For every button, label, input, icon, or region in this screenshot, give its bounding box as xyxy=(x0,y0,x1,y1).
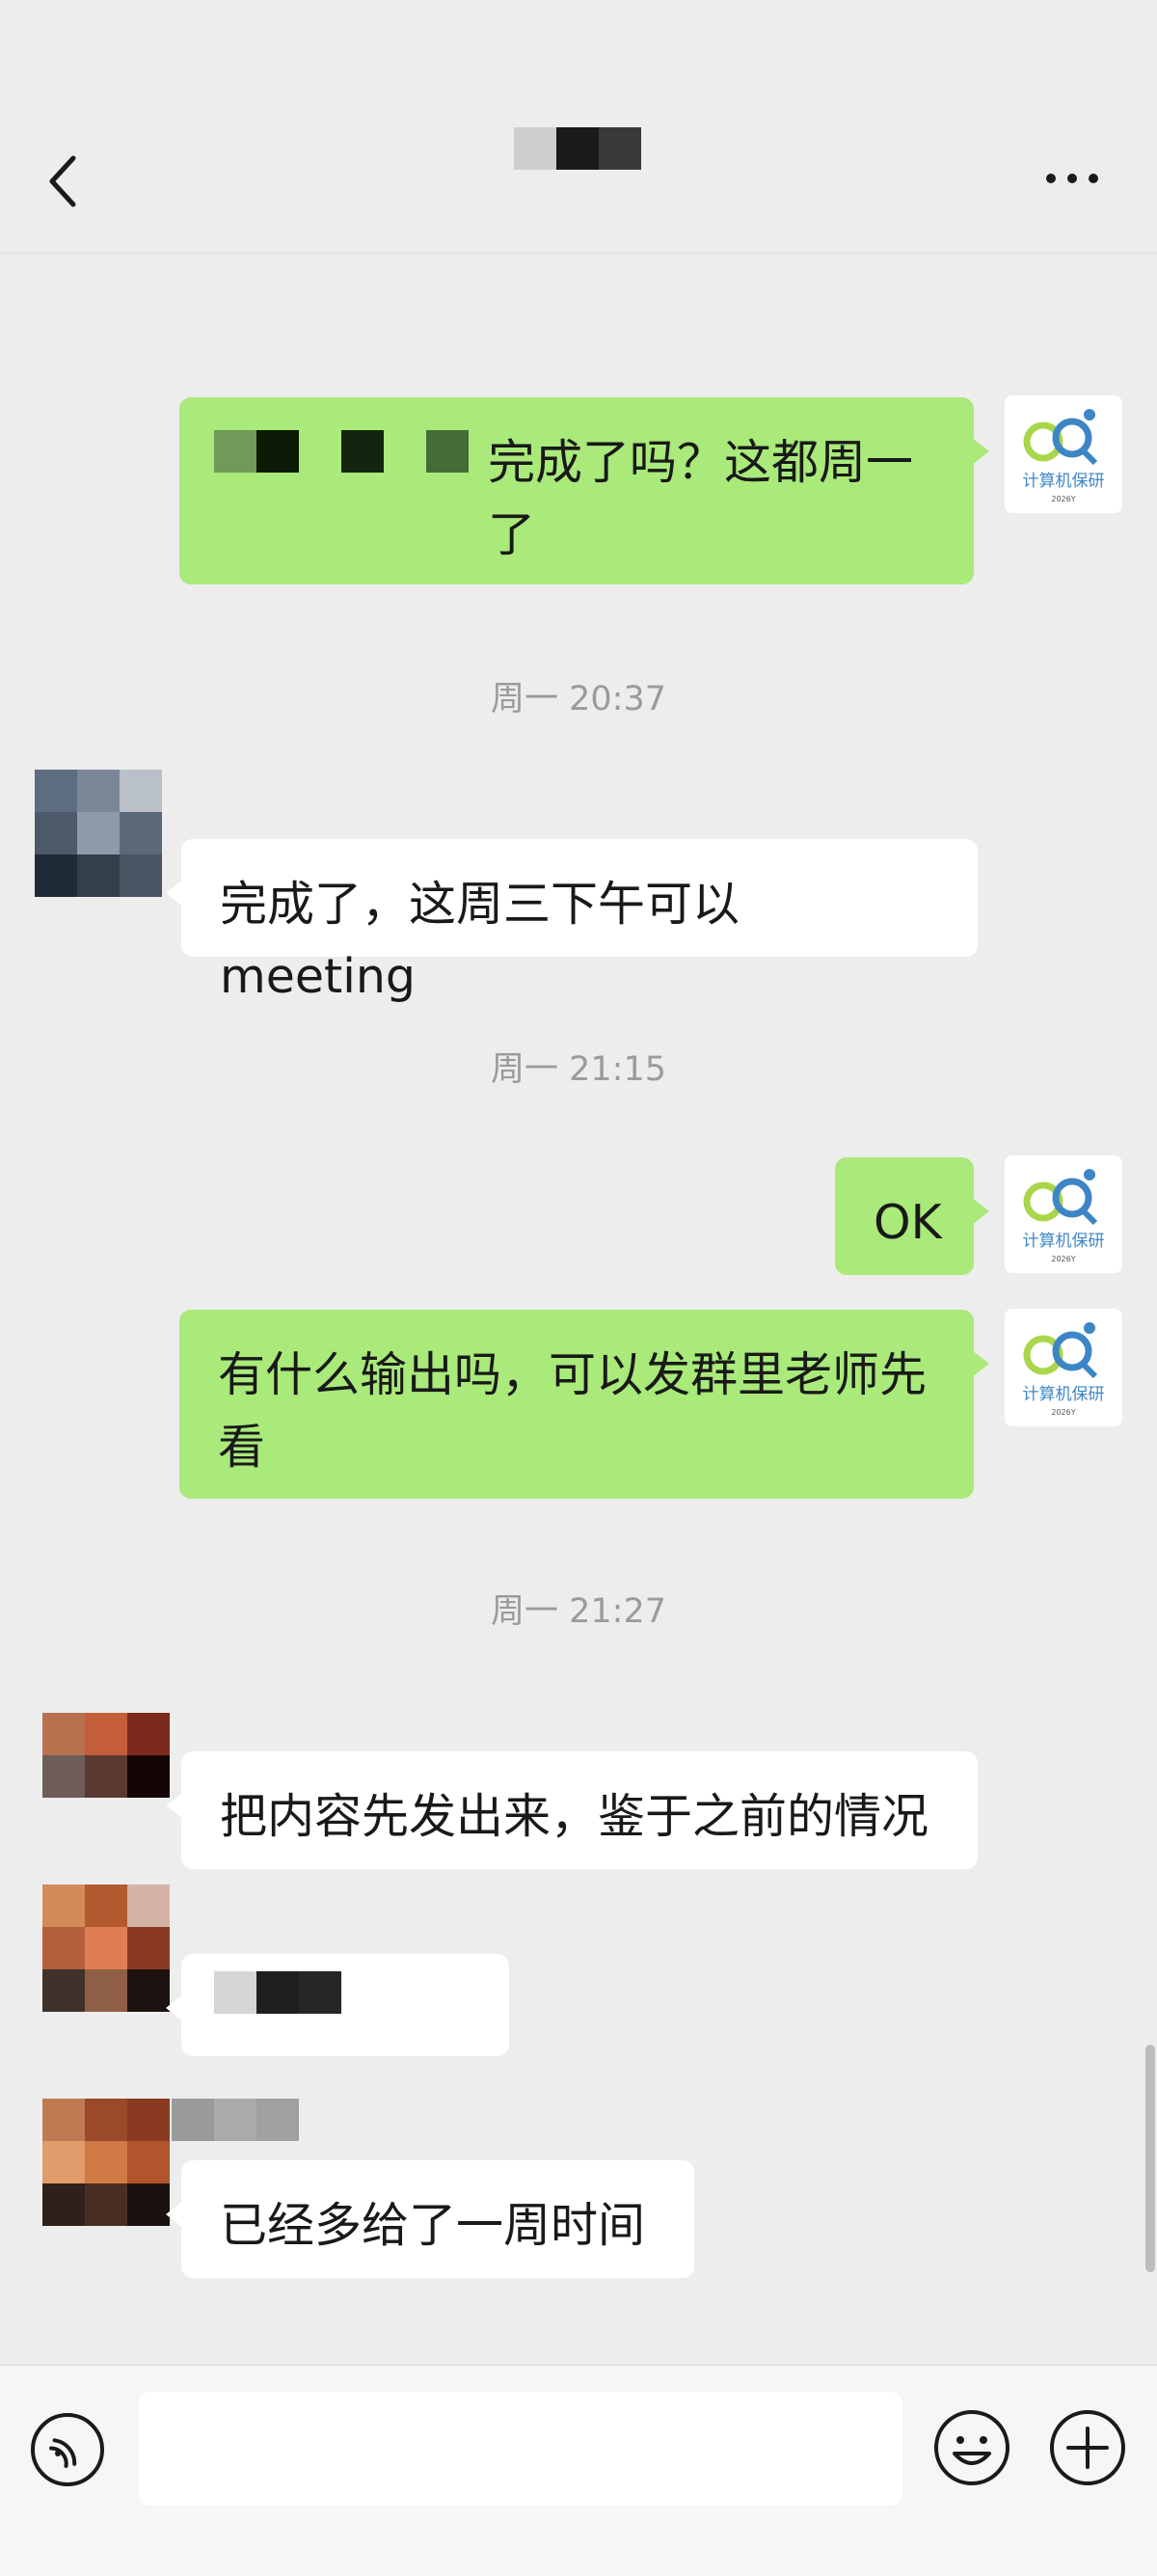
plus-icon[interactable] xyxy=(1047,2407,1128,2488)
avatar[interactable] xyxy=(35,770,162,897)
message-bubble-received[interactable]: 已经多给了一周时间 xyxy=(166,2160,694,2278)
message-text: 有什么输出吗，可以发群里老师先看 xyxy=(218,1347,928,1475)
avatar[interactable]: 计算机保研 2026Y xyxy=(1005,1309,1122,1426)
emoji-icon[interactable] xyxy=(931,2407,1012,2488)
message-bubble-sent[interactable]: 有什么输出吗，可以发群里老师先看 xyxy=(179,1310,989,1499)
message-bubble-received[interactable] xyxy=(166,1954,509,2056)
redacted-mosaic xyxy=(214,430,469,473)
timestamp-cropped xyxy=(0,285,1157,319)
svg-text:2026Y: 2026Y xyxy=(1051,1408,1075,1417)
sender-name-redacted xyxy=(172,2099,299,2141)
scrollbar[interactable] xyxy=(1145,2045,1155,2272)
message-text: 完成了，这周三下午可以 meeting xyxy=(220,877,740,1004)
message-bubble-received[interactable]: 完成了，这周三下午可以 meeting xyxy=(166,839,978,1004)
message-bubble-sent[interactable]: 完成了吗？这都周一了 xyxy=(179,397,989,584)
svg-text:2026Y: 2026Y xyxy=(1051,495,1075,503)
message-bubble-received[interactable]: 把内容先发出来，鉴于之前的情况 xyxy=(166,1751,978,1869)
avatar[interactable] xyxy=(42,1885,170,2012)
timestamp: 周一 21:27 xyxy=(491,1592,666,1631)
message-bubble-sent[interactable]: OK xyxy=(835,1157,989,1275)
svg-text:计算机保研: 计算机保研 xyxy=(1023,472,1105,491)
chevron-left-icon[interactable] xyxy=(40,152,89,210)
avatar[interactable] xyxy=(42,1713,170,1798)
message-text: 完成了吗？这都周一了 xyxy=(488,435,914,562)
logo-icon: 计算机保研 2026Y xyxy=(1023,1169,1105,1263)
voice-icon[interactable] xyxy=(27,2409,108,2490)
chat-title xyxy=(514,127,641,170)
message-input[interactable] xyxy=(139,2392,902,2506)
logo-icon: 计算机保研 2026Y xyxy=(1023,1322,1105,1417)
message-text: 把内容先发出来，鉴于之前的情况 xyxy=(220,1789,929,1844)
chat-header xyxy=(0,0,1157,254)
svg-text:2026Y: 2026Y xyxy=(1051,1255,1075,1263)
logo-icon: 计算机保研 2026Y xyxy=(1023,409,1105,503)
svg-text:计算机保研: 计算机保研 xyxy=(1023,1232,1105,1251)
avatar[interactable]: 计算机保研 2026Y xyxy=(1005,1155,1122,1273)
timestamp: 周一 21:15 xyxy=(491,1050,666,1089)
svg-text:计算机保研: 计算机保研 xyxy=(1023,1385,1105,1404)
avatar[interactable]: 计算机保研 2026Y xyxy=(1005,395,1122,513)
timestamp: 周一 20:37 xyxy=(491,680,666,719)
avatar[interactable] xyxy=(42,2099,170,2226)
redacted-mosaic xyxy=(214,1971,341,2014)
message-text: 已经多给了一周时间 xyxy=(220,2198,646,2253)
more-icon[interactable] xyxy=(1041,164,1103,193)
message-text: OK xyxy=(874,1195,942,1250)
